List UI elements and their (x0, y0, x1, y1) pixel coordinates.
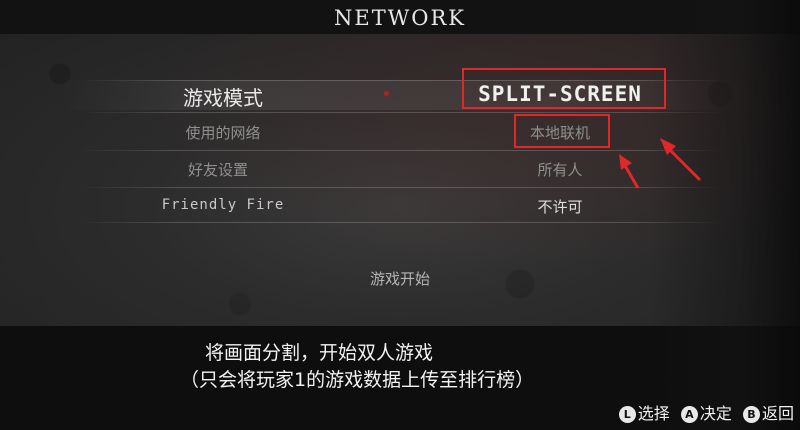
torn-edge-overlay (650, 0, 800, 430)
description-line-2: （只会将玩家1的游戏数据上传至排行榜） (180, 369, 535, 391)
friend-settings-label: 好友设置 (187, 161, 248, 179)
hint-confirm[interactable]: A 决定 (680, 400, 732, 424)
hint-select: L 选择 (618, 400, 670, 424)
friend-settings-value[interactable]: 所有人 (450, 159, 670, 180)
selection-cursor-icon (384, 91, 389, 96)
l-stick-icon: L (618, 406, 636, 423)
button-hints: L 选择 A 决定 B 返回 (613, 400, 794, 424)
hint-confirm-label: 决定 (699, 404, 732, 423)
mode-description: 将画面分割，开始双人游戏 （只会将玩家1的游戏数据上传至排行榜） (180, 340, 660, 394)
friendly-fire-value[interactable]: 不许可 (450, 196, 670, 217)
hint-back-label: 返回 (761, 404, 794, 423)
row-divider (80, 112, 730, 113)
hint-back[interactable]: B 返回 (742, 400, 794, 424)
annotation-box-network (514, 114, 610, 148)
game-mode-label: 游戏模式 (183, 86, 263, 110)
description-line-1: 将画面分割，开始双人游戏 (205, 342, 434, 364)
a-button-icon: A (680, 406, 698, 423)
b-button-icon: B (742, 406, 760, 423)
annotation-box-game-mode (462, 68, 666, 109)
friendly-fire-label: Friendly Fire (161, 197, 285, 213)
start-game-button[interactable]: 游戏开始 (300, 268, 500, 289)
hint-select-label: 选择 (637, 404, 670, 423)
network-label: 使用的网络 (185, 124, 261, 142)
